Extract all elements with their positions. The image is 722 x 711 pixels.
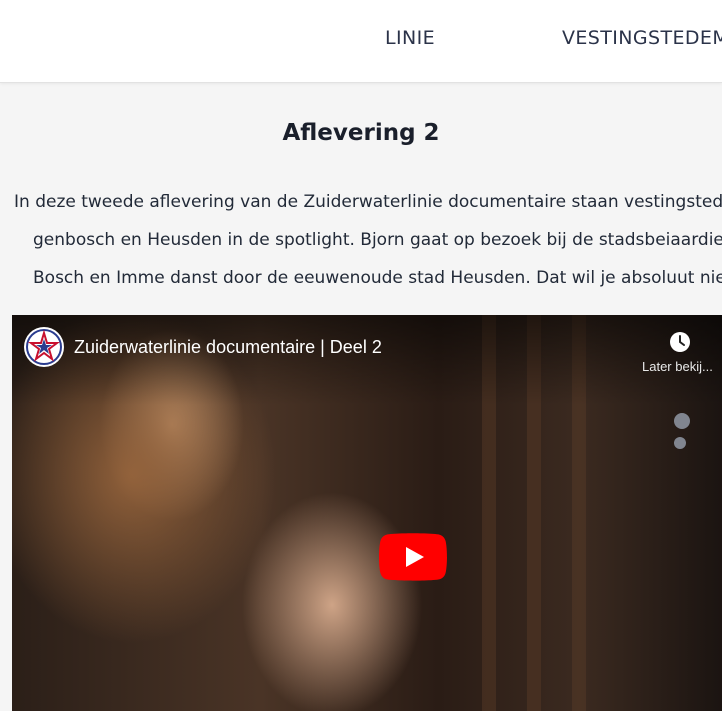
nav-item-vestingsteden[interactable]: VESTINGSTEDEM	[562, 27, 722, 49]
video-player[interactable]: Zuiderwaterlinie documentaire | Deel 2 L…	[12, 315, 722, 711]
top-navigation-bar: LINIE VESTINGSTEDEM	[0, 0, 722, 83]
intro-line: Bosch en Imme danst door de eeuwenoude s…	[33, 268, 722, 288]
intro-line: In deze tweede aflevering van de Zuiderw…	[14, 192, 722, 212]
video-background-detail	[674, 437, 686, 449]
watch-later-label: Later bekij...	[642, 359, 713, 374]
video-top-shade	[12, 315, 722, 405]
watch-later-button[interactable]: Later bekij...	[640, 327, 722, 387]
video-background-detail	[674, 413, 690, 429]
episode-title: Aflevering 2	[282, 120, 440, 146]
intro-line: genbosch en Heusden in de spotlight. Bjo…	[33, 230, 722, 250]
episode-intro: In deze tweede aflevering van de Zuiderw…	[0, 192, 722, 302]
video-title[interactable]: Zuiderwaterlinie documentaire | Deel 2	[74, 337, 382, 358]
youtube-play-icon[interactable]	[379, 533, 447, 581]
channel-logo-icon[interactable]	[24, 327, 64, 367]
nav-item-linie[interactable]: LINIE	[385, 27, 435, 49]
clock-icon	[670, 332, 690, 352]
